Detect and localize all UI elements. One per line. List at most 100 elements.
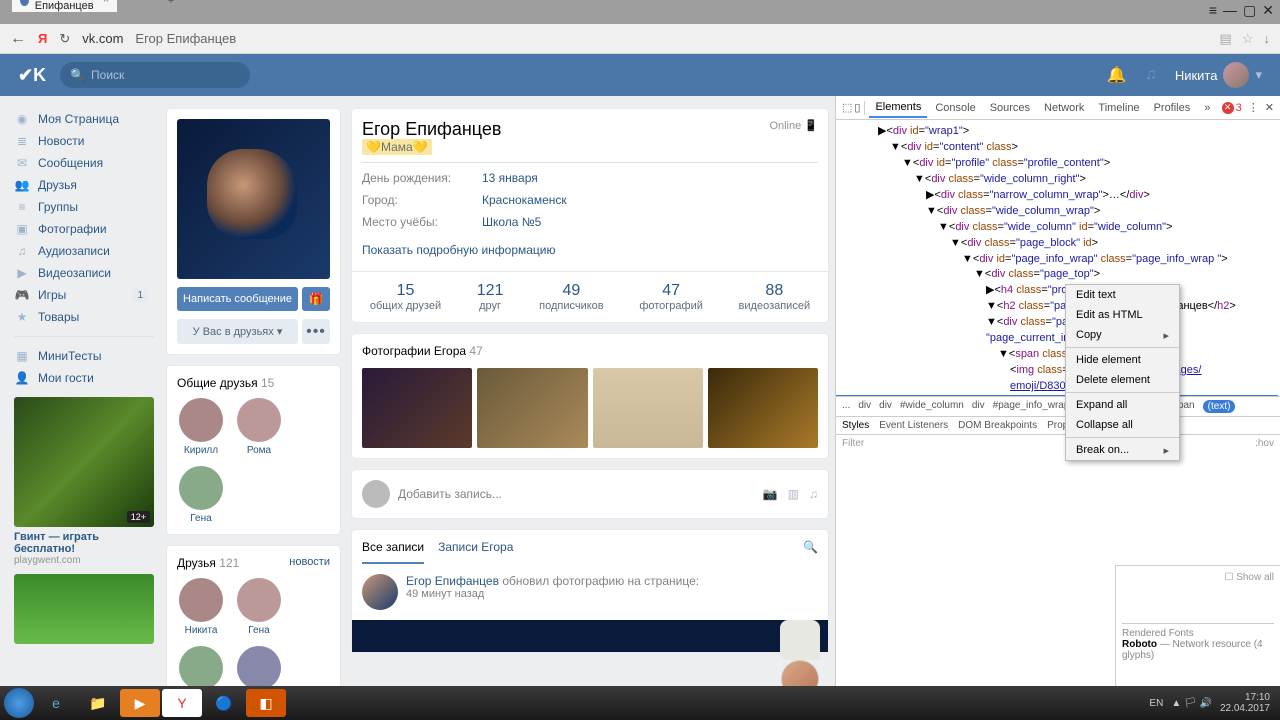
download-icon[interactable]: ↓ (1264, 31, 1271, 46)
ad-image-2[interactable] (14, 574, 154, 644)
browser-tab[interactable]: Егор Епифанцев × (12, 0, 117, 12)
write-message-button[interactable]: Написать сообщение (177, 287, 298, 311)
sidebar-item[interactable]: ≣Новости (14, 130, 154, 152)
search-input[interactable]: 🔍 Поиск (60, 62, 250, 88)
ad-image[interactable]: 12+ (14, 397, 154, 527)
lang-indicator[interactable]: EN (1149, 698, 1163, 709)
counter-item[interactable]: 121друг (477, 282, 504, 312)
chrome-icon[interactable]: 🔵 (204, 689, 244, 717)
ctx-copy[interactable]: Copy (1066, 325, 1179, 345)
ad-title[interactable]: Гвинт — играть бесплатно! (14, 531, 154, 555)
post-avatar[interactable] (362, 574, 398, 610)
friend-item[interactable]: Гена (177, 466, 225, 524)
friend-item[interactable]: Никита (177, 578, 225, 636)
device-icon[interactable]: ▯ (854, 101, 860, 114)
ie-icon[interactable]: e (36, 689, 76, 717)
url-domain[interactable]: vk.com (82, 31, 123, 46)
user-menu[interactable]: Никита ▾ (1175, 62, 1262, 88)
sidebar-item[interactable]: 👥Друзья (14, 174, 154, 196)
search-posts-icon[interactable]: 🔍 (803, 540, 818, 564)
counter-item[interactable]: 88видеозаписей (739, 282, 811, 312)
devtools-close-icon[interactable]: ✕ (1265, 101, 1274, 114)
sidebar-item[interactable]: ≡Группы (14, 196, 154, 218)
dom-breadcrumb[interactable]: ...divdiv#wide_columndiv#page_info_wrapd… (836, 396, 1280, 416)
tab-sources[interactable]: Sources (984, 99, 1036, 117)
tab-all-posts[interactable]: Все записи (362, 540, 424, 564)
counter-item[interactable]: 15общих друзей (370, 282, 441, 312)
photo-thumb[interactable] (593, 368, 703, 448)
start-button[interactable] (4, 688, 34, 718)
sidebar-item[interactable]: 🎮Игры1 (14, 284, 154, 306)
tab-console[interactable]: Console (929, 99, 981, 117)
tab-more[interactable]: » (1198, 99, 1216, 117)
back-button[interactable]: ← (10, 30, 26, 48)
photo-thumb[interactable] (362, 368, 472, 448)
dom-tree[interactable]: ▶<div id="wrap1"> ▼<div id="content" cla… (836, 120, 1280, 396)
ctx-hide[interactable]: Hide element (1066, 350, 1179, 370)
inspect-icon[interactable]: ⬚ (842, 101, 852, 114)
yandex-icon[interactable]: Y (162, 689, 202, 717)
tab-timeline[interactable]: Timeline (1092, 99, 1145, 117)
media-icon[interactable]: ▶ (120, 689, 160, 717)
music-icon[interactable]: ♫ (1145, 66, 1157, 84)
tab-network[interactable]: Network (1038, 99, 1090, 117)
sidebar-item[interactable]: ▦МиниТесты (14, 345, 154, 367)
counter-item[interactable]: 47фотографий (639, 282, 703, 312)
ctx-expand[interactable]: Expand all (1066, 395, 1179, 415)
more-actions-button[interactable]: ••• (302, 319, 330, 344)
tab-profiles[interactable]: Profiles (1148, 99, 1197, 117)
reload-icon[interactable]: ↻ (59, 31, 70, 47)
tab-elements[interactable]: Elements (869, 98, 927, 118)
in-friends-button[interactable]: У Вас в друзьях ▾ (177, 319, 298, 344)
menu-icon[interactable]: ≡ (1209, 2, 1217, 19)
ctx-delete[interactable]: Delete element (1066, 370, 1179, 390)
devtools-menu-icon[interactable]: ⋮ (1248, 101, 1259, 114)
explorer-icon[interactable]: 📁 (78, 689, 118, 717)
maximize-icon[interactable]: ▢ (1243, 2, 1256, 19)
news-link[interactable]: новости (289, 556, 330, 578)
close-tab-icon[interactable]: × (103, 0, 109, 6)
sidebar-item[interactable]: ▣Фотографии (14, 218, 154, 240)
vk-logo-icon[interactable]: ✔K (18, 65, 46, 86)
error-count[interactable]: 3 (1236, 102, 1242, 114)
new-tab-button[interactable]: + (161, 0, 181, 11)
lock-icon[interactable]: ▤ (1220, 31, 1232, 47)
star-icon[interactable]: ☆ (1242, 31, 1254, 47)
friend-item[interactable]: Кирилл (177, 398, 225, 456)
music-icon[interactable]: ♫ (809, 487, 818, 501)
photo-thumb[interactable] (708, 368, 818, 448)
show-more-link[interactable]: Показать подробную информацию (362, 243, 818, 257)
tab-user-posts[interactable]: Записи Егора (438, 540, 513, 564)
tray-icons[interactable]: ▲ 🏳 🔊 (1171, 698, 1212, 709)
styles-tabs[interactable]: StylesEvent ListenersDOM BreakpointsProp… (836, 416, 1280, 434)
ctx-break[interactable]: Break on... (1066, 440, 1179, 460)
notifications-icon[interactable]: 🔔 (1107, 65, 1127, 85)
ctx-edit-text[interactable]: Edit text (1066, 285, 1179, 305)
video-icon[interactable]: ▥ (788, 487, 799, 501)
sidebar-item[interactable]: 👤Мои гости (14, 367, 154, 389)
gift-button[interactable]: 🎁 (302, 287, 330, 311)
photo-thumb[interactable] (477, 368, 587, 448)
filter-input[interactable]: Filter (842, 438, 864, 449)
sidebar-item[interactable]: ★Товары (14, 306, 154, 328)
sidebar-item[interactable]: ▶Видеозаписи (14, 262, 154, 284)
app-icon[interactable]: ◧ (246, 689, 286, 717)
sidebar-item[interactable]: ◉Моя Страница (14, 108, 154, 130)
info-value[interactable]: 13 января (482, 171, 538, 185)
friend-item[interactable]: Гена (235, 578, 283, 636)
profile-photo[interactable] (177, 119, 330, 279)
post-input-card[interactable]: Добавить запись... 📷 ▥ ♫ (351, 469, 829, 519)
info-value[interactable]: Школа №5 (482, 215, 541, 229)
sidebar-item[interactable]: ✉Сообщения (14, 152, 154, 174)
sidebar-item[interactable]: ♫Аудиозаписи (14, 240, 154, 262)
ya-icon[interactable]: Я (38, 31, 47, 46)
close-icon[interactable]: ✕ (1262, 2, 1274, 19)
camera-icon[interactable]: 📷 (763, 487, 778, 501)
minimize-icon[interactable]: — (1223, 2, 1237, 19)
ctx-collapse[interactable]: Collapse all (1066, 415, 1179, 435)
info-value[interactable]: Краснокаменск (482, 193, 567, 207)
post-image[interactable] (352, 620, 828, 652)
counter-item[interactable]: 49подписчиков (539, 282, 604, 312)
assistant-bubble[interactable] (780, 620, 820, 660)
post-author-link[interactable]: Егор Епифанцев (406, 574, 499, 588)
